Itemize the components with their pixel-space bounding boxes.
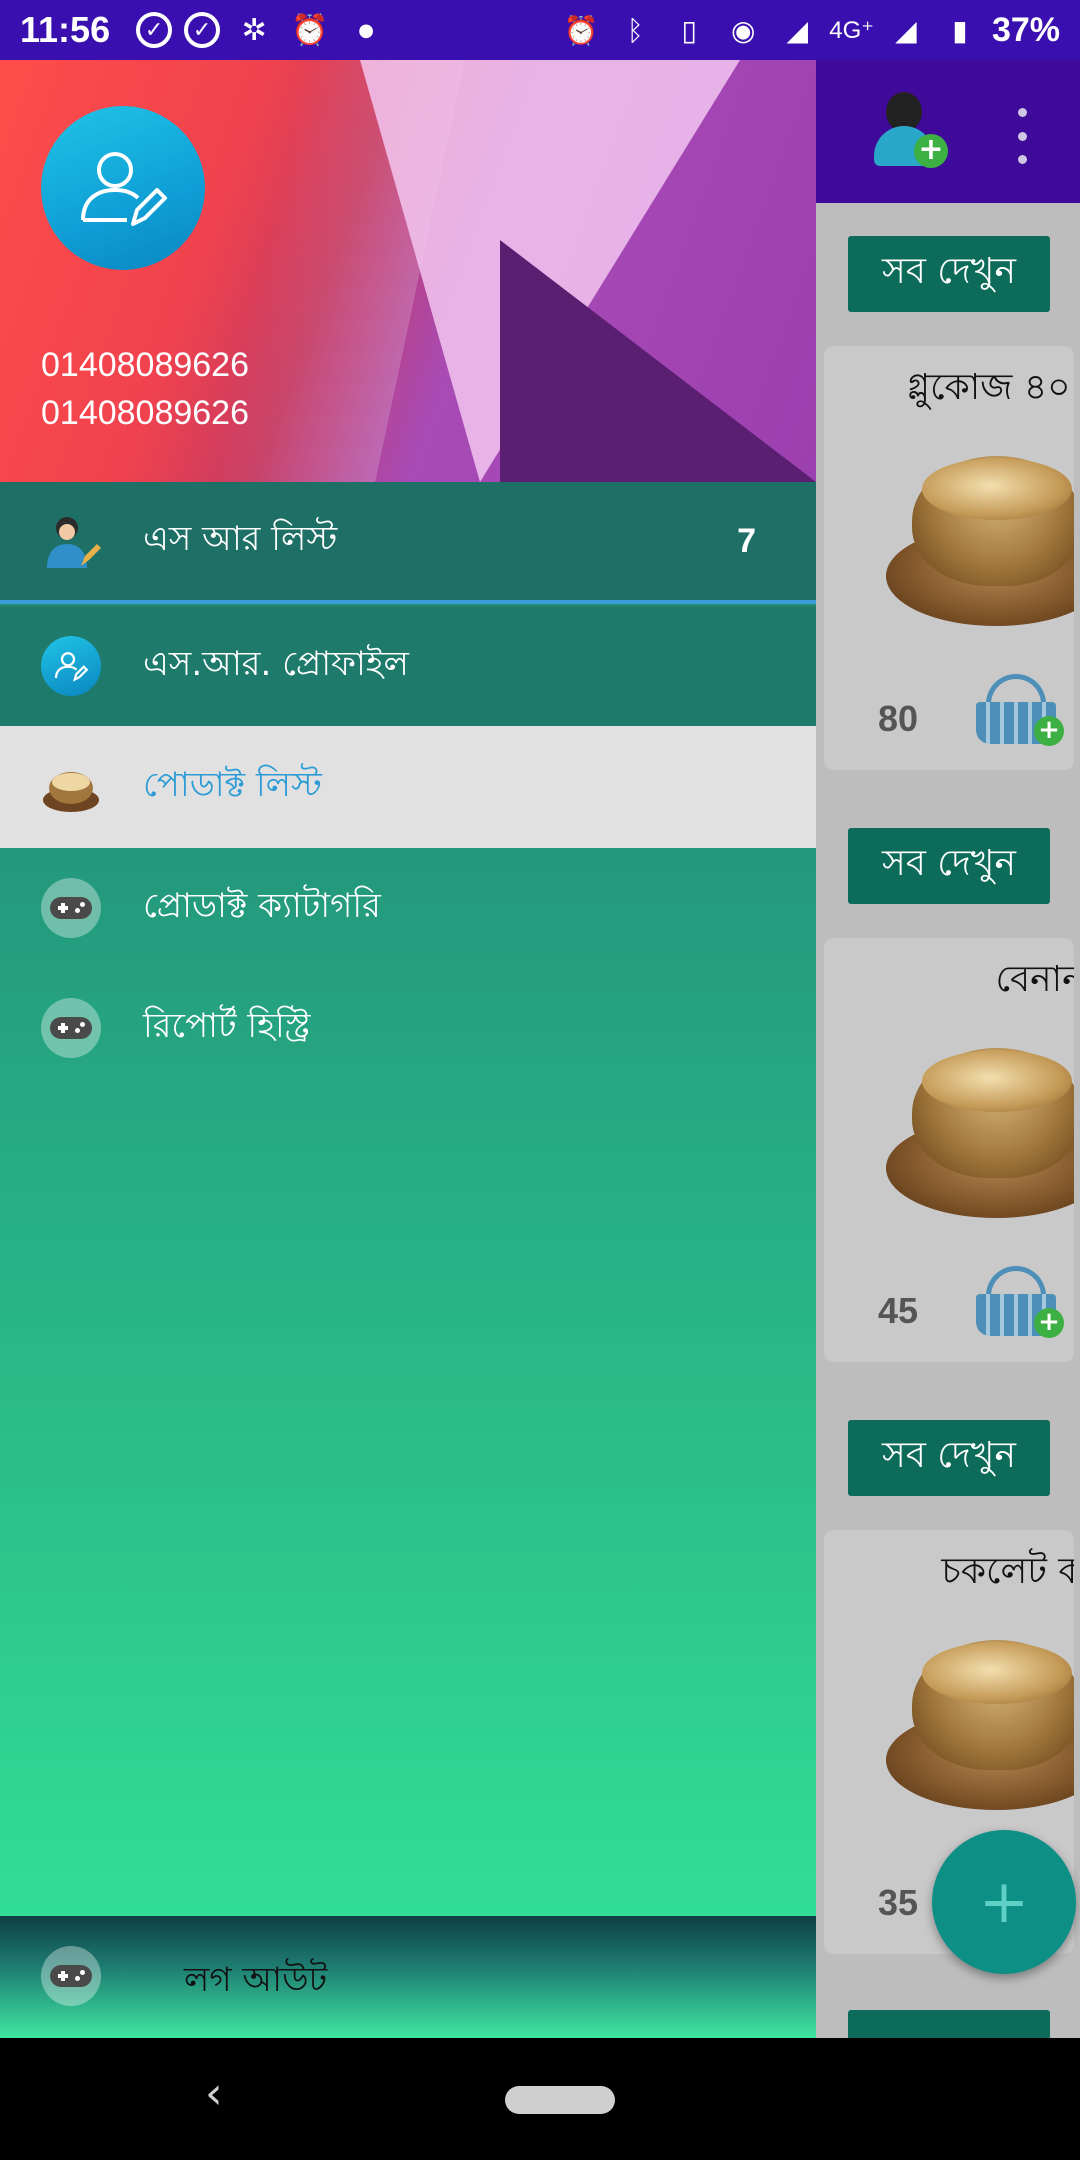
add-fab-button[interactable]: + [932, 1830, 1076, 1974]
product-price: 35 [878, 1882, 919, 1923]
overflow-menu-icon[interactable] [1010, 108, 1034, 164]
status-bar: 11:56 ✓ ✓ ✲ ⏰ ● ⏰ ᛒ ▯ ◉ ◢ 4G⁺ ◢ ▮ 37% [0, 0, 1080, 60]
dot-icon: ● [358, 19, 374, 41]
coffee-cup-image [886, 1008, 1074, 1228]
sr-user-icon [41, 512, 101, 572]
alarm-icon: ⏰ [563, 13, 599, 47]
see-all-button[interactable]: সব দেখুন [848, 1420, 1050, 1496]
product-card[interactable]: বেনানা 45 + [824, 938, 1074, 1362]
back-button[interactable]: ‹ [205, 2068, 223, 2119]
status-time: 11:56 [20, 9, 111, 50]
check-circle-icon: ✓ [184, 12, 221, 48]
signal-icon: ◢ [786, 13, 809, 47]
navigation-drawer: 01408089626 01408089626 এস আর লিস্ট 7 এস… [0, 60, 816, 2038]
menu-item-sr-list[interactable]: এস আর লিস্ট 7 [0, 482, 816, 604]
bluetooth-icon: ᛒ [626, 13, 644, 47]
see-all-button[interactable]: সব দেখুন [848, 236, 1050, 312]
battery-icon: ▮ [952, 13, 968, 47]
product-price: 80 [878, 698, 919, 739]
product-title: গ্লুকোজ ৪০০ [906, 367, 1074, 408]
header-phone-1: 01408089626 [41, 346, 250, 384]
status-right-icons: ⏰ ᛒ ▯ ◉ ◢ 4G⁺ ◢ ▮ 37% [559, 8, 1060, 52]
gamepad-icon [41, 998, 101, 1058]
profile-avatar[interactable] [41, 106, 205, 270]
vibrate-icon: ▯ [681, 13, 697, 47]
coffee-cup-image [886, 416, 1074, 636]
menu-label: রিপোর্ট হিস্ট্রি [143, 1005, 311, 1046]
signal-icon: ◢ [895, 13, 917, 47]
menu-item-product-category[interactable]: প্রোডাক্ট ক্যাটাগরি [0, 848, 816, 968]
product-title: চকলেট কা [941, 1551, 1074, 1592]
coffee-cup-icon [41, 756, 101, 816]
network-type: 4G⁺ [829, 16, 874, 44]
gamepad-icon [41, 1946, 101, 2006]
see-all-button[interactable]: সব দেখুন [848, 828, 1050, 904]
menu-item-product-list[interactable]: পোডাক্ট লিস্ট [0, 726, 816, 848]
menu-item-sr-profile[interactable]: এস.আর. প্রোফাইল [0, 606, 816, 726]
menu-label: এস.আর. প্রোফাইল [143, 643, 409, 684]
coffee-cup-image [886, 1600, 1074, 1820]
drawer-header: 01408089626 01408089626 [0, 60, 816, 482]
edit-user-icon [81, 152, 167, 226]
product-title: বেনানা [995, 959, 1075, 1000]
see-all-button[interactable] [848, 2010, 1050, 2038]
logout-button[interactable]: লগ আউট [0, 1916, 816, 2038]
add-user-icon[interactable]: + [866, 90, 948, 170]
menu-label: পোডাক্ট লিস্ট [143, 764, 322, 805]
product-price: 45 [878, 1290, 919, 1331]
hotspot-icon: ◉ [731, 13, 756, 47]
sr-count-badge: 7 [737, 521, 756, 560]
home-pill-button[interactable] [505, 2086, 615, 2114]
system-nav-bar: ‹ [0, 2038, 1080, 2160]
menu-label: এস আর লিস্ট [143, 518, 338, 559]
product-card[interactable]: গ্লুকোজ ৪০০ 80 + [824, 346, 1074, 770]
alarm-icon: ⏰ [291, 12, 329, 48]
header-phone-2: 01408089626 [41, 394, 250, 432]
atom-icon: ✲ [241, 12, 267, 48]
add-to-basket-icon[interactable]: + [972, 1266, 1064, 1338]
add-to-basket-icon[interactable]: + [972, 674, 1064, 746]
menu-label: প্রোডাক্ট ক্যাটাগরি [143, 885, 381, 926]
logout-label: লগ আউট [184, 1960, 328, 2000]
profile-edit-icon [41, 636, 101, 696]
gamepad-icon [41, 878, 101, 938]
menu-item-report-history[interactable]: রিপোর্ট হিস্ট্রি [0, 968, 816, 1088]
check-circle-icon: ✓ [136, 12, 173, 48]
battery-percent: 37% [991, 10, 1060, 49]
